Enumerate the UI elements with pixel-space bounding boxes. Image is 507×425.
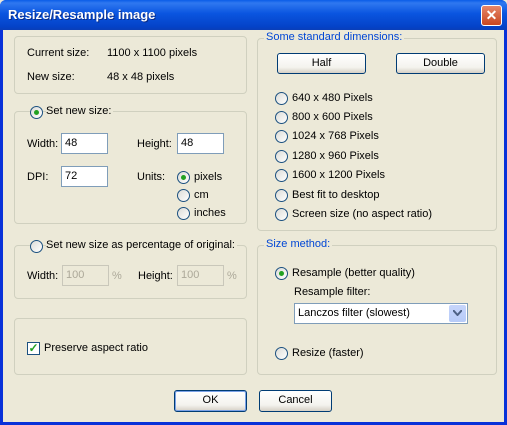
unit-cm-label: cm	[194, 189, 209, 201]
close-button[interactable]: ✕	[481, 5, 502, 26]
percent-height-unit: %	[227, 270, 237, 282]
dim-1600-radio[interactable]	[275, 169, 288, 182]
standard-dimensions-title: Some standard dimensions:	[264, 31, 405, 43]
dpi-label: DPI:	[27, 171, 49, 183]
percentage-radio[interactable]	[30, 240, 43, 253]
size-info-group: Current size: 1100 x 1100 pixels New siz…	[14, 36, 247, 94]
title-bar[interactable]: Resize/Resample image ✕	[0, 0, 507, 30]
aspect-ratio-group: ✓ Preserve aspect ratio	[14, 318, 247, 375]
ok-button[interactable]: OK	[174, 390, 247, 412]
new-size-label: New size:	[27, 71, 75, 83]
dialog-title: Resize/Resample image	[8, 7, 156, 22]
size-method-title: Size method:	[264, 238, 333, 250]
preserve-aspect-checkbox[interactable]: ✓	[27, 342, 40, 355]
units-label: Units:	[137, 171, 166, 183]
dim-640-radio[interactable]	[275, 92, 288, 105]
half-button[interactable]: Half	[277, 53, 366, 74]
dim-800-label: 800 x 600 Pixels	[292, 111, 373, 123]
checkmark-icon: ✓	[28, 341, 39, 355]
set-new-size-group: Set new size: Width: 48 Height: 48 DPI: …	[14, 105, 247, 224]
close-icon: ✕	[485, 7, 498, 23]
dim-1280-radio[interactable]	[275, 150, 288, 163]
resample-filter-select[interactable]: Lanczos filter (slowest)	[294, 303, 468, 324]
screen-size-radio[interactable]	[275, 208, 288, 221]
dialog-window: Resize/Resample image ✕ Current size: 11…	[0, 0, 507, 425]
standard-dimensions-group: Some standard dimensions: Half Double 64…	[257, 31, 497, 231]
current-size-value: 1100 x 1100 pixels	[107, 47, 198, 59]
percent-height-label: Height:	[138, 270, 173, 282]
resize-radio[interactable]	[275, 347, 288, 360]
width-label: Width:	[27, 138, 59, 150]
percent-height-input[interactable]: 100	[177, 265, 224, 286]
preserve-aspect-label: Preserve aspect ratio	[44, 342, 148, 354]
dialog-body: Current size: 1100 x 1100 pixels New siz…	[3, 30, 504, 422]
unit-pixels-label: pixels	[194, 171, 223, 183]
resample-filter-value: Lanczos filter (slowest)	[298, 307, 410, 319]
dim-1280-label: 1280 x 960 Pixels	[292, 150, 379, 162]
dim-640-label: 640 x 480 Pixels	[292, 92, 373, 104]
set-new-size-label: Set new size:	[46, 105, 114, 117]
best-fit-label: Best fit to desktop	[292, 189, 380, 201]
resample-label: Resample (better quality)	[292, 267, 415, 279]
unit-inches-radio[interactable]	[177, 207, 190, 220]
new-size-value: 48 x 48 pixels	[107, 71, 175, 83]
set-new-size-radio[interactable]	[30, 106, 43, 119]
double-button[interactable]: Double	[396, 53, 485, 74]
dim-1600-label: 1600 x 1200 Pixels	[292, 169, 385, 181]
height-input[interactable]: 48	[177, 133, 224, 154]
dim-800-radio[interactable]	[275, 111, 288, 124]
unit-cm-radio[interactable]	[177, 189, 190, 202]
resample-filter-label: Resample filter:	[294, 286, 371, 298]
dim-1024-radio[interactable]	[275, 130, 288, 143]
percent-width-label: Width:	[27, 270, 59, 282]
size-method-group: Size method: Resample (better quality) R…	[257, 238, 497, 375]
resize-label: Resize (faster)	[292, 347, 364, 359]
unit-pixels-radio[interactable]	[177, 171, 190, 184]
screen-size-label: Screen size (no aspect ratio)	[292, 208, 433, 220]
percentage-group: Set new size as percentage of original: …	[14, 239, 247, 299]
best-fit-radio[interactable]	[275, 189, 288, 202]
cancel-button[interactable]: Cancel	[259, 390, 332, 412]
dim-1024-label: 1024 x 768 Pixels	[292, 130, 379, 142]
dpi-input[interactable]: 72	[61, 166, 108, 187]
percentage-label: Set new size as percentage of original:	[46, 239, 237, 251]
unit-inches-label: inches	[194, 207, 226, 219]
percent-width-unit: %	[112, 270, 122, 282]
chevron-down-icon[interactable]	[449, 305, 466, 322]
percent-width-input[interactable]: 100	[62, 265, 109, 286]
height-label: Height:	[137, 138, 172, 150]
width-input[interactable]: 48	[61, 133, 108, 154]
resample-radio[interactable]	[275, 267, 288, 280]
current-size-label: Current size:	[27, 47, 90, 59]
